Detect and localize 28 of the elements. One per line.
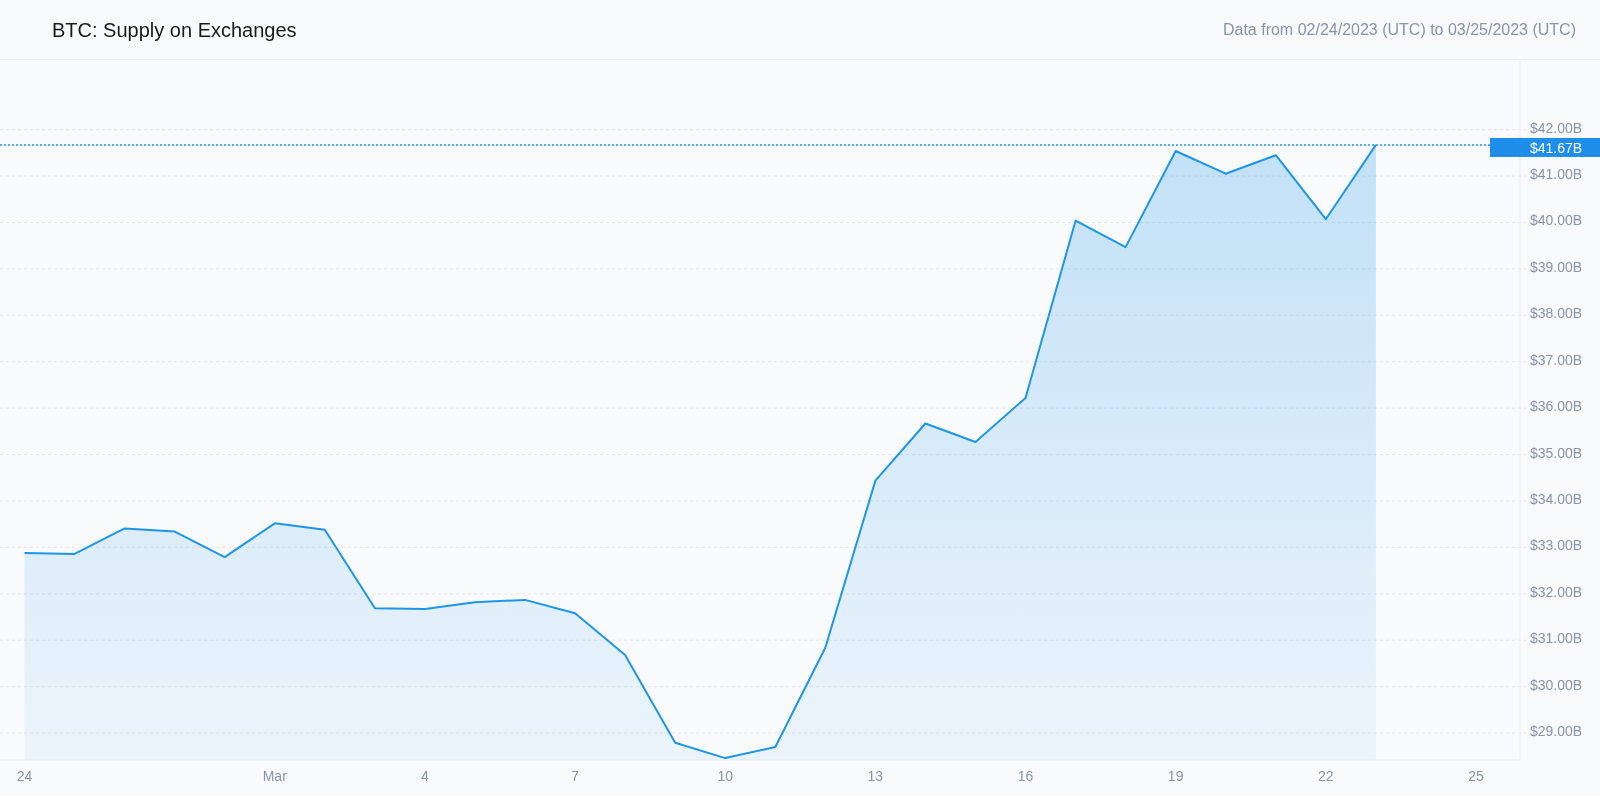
- x-axis-label: 13: [867, 768, 884, 784]
- y-axis-label: $33.00B: [1530, 537, 1583, 554]
- x-axis-label: 22: [1318, 768, 1334, 784]
- current-value-badge: $41.67B: [1490, 137, 1600, 157]
- y-axis-label: $39.00B: [1530, 258, 1583, 275]
- ref-line-label: $41.67B: [1530, 139, 1583, 156]
- date-range: Data from 02/24/2023 (UTC) to 03/25/2023 (UTC): [1222, 19, 1576, 40]
- x-axis-label: 19: [1167, 768, 1184, 784]
- x-axis-label: 24: [16, 768, 33, 784]
- x-axis-label: Mar: [262, 768, 287, 784]
- x-axis-label: 10: [717, 768, 733, 784]
- y-axis-label: $38.00B: [1530, 305, 1583, 322]
- y-axis-label: $34.00B: [1530, 491, 1583, 507]
- y-axis-label: $31.00B: [1530, 630, 1583, 647]
- y-axis-label: $42.00B: [1530, 119, 1583, 136]
- chart-title: BTC: Supply on Exchanges: [52, 17, 297, 43]
- x-axis-label: 7: [571, 768, 579, 784]
- y-axis-label: $41.00B: [1530, 166, 1583, 183]
- x-axis-label: 4: [421, 768, 429, 784]
- y-axis-label: $37.00B: [1530, 351, 1583, 368]
- y-axis-label: $36.00B: [1530, 398, 1583, 415]
- y-axis-label: $32.00B: [1530, 583, 1583, 600]
- y-axis-label: $35.00B: [1530, 444, 1583, 461]
- x-axis-label: 16: [1017, 768, 1034, 784]
- y-axis-label: $29.00B: [1530, 723, 1583, 740]
- y-axis-label: $40.00B: [1530, 212, 1583, 229]
- y-axis-label: $30.00B: [1530, 676, 1583, 693]
- x-axis-label: 25: [1468, 768, 1484, 784]
